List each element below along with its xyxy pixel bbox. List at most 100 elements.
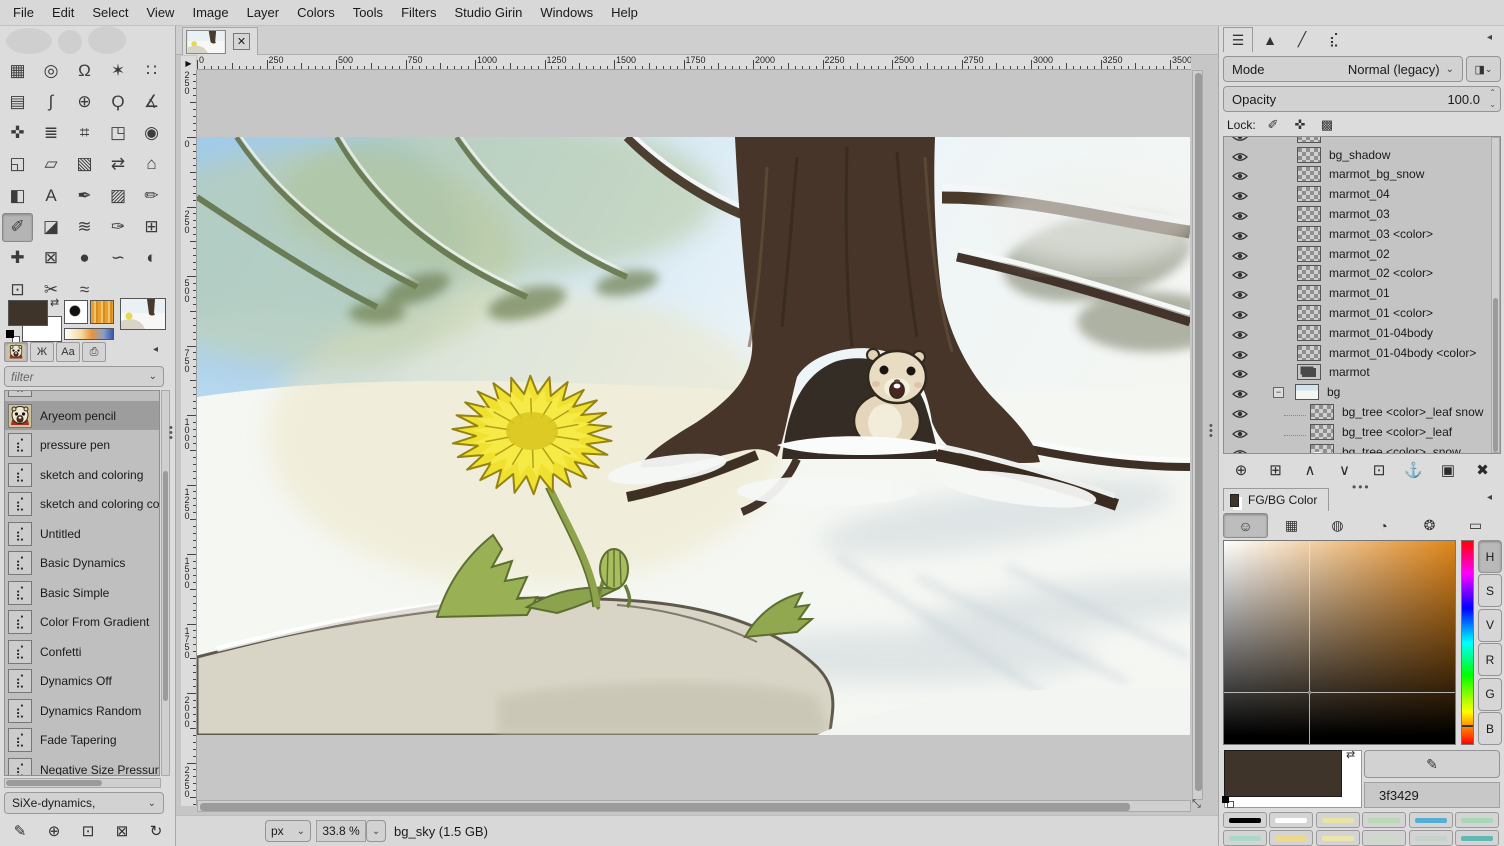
layer-row[interactable]: marmot_01 <color> xyxy=(1224,303,1500,323)
canvas-vscrollbar[interactable] xyxy=(1192,70,1203,800)
lock-position-button[interactable]: ✜ xyxy=(1288,114,1312,136)
duplicate-dynamics-button[interactable]: ⊡ xyxy=(76,820,100,842)
align-tool-icon[interactable]: ≣ xyxy=(36,119,67,148)
watercolor-view-button[interactable]: ◍ xyxy=(1315,513,1360,538)
wheel-view-button[interactable]: ◔ xyxy=(1361,513,1406,538)
visibility-eye-icon[interactable] xyxy=(1232,348,1248,358)
layer-row[interactable]: marmot_01-04body xyxy=(1224,323,1500,343)
canvas-artwork[interactable] xyxy=(197,137,1190,735)
visibility-eye-icon[interactable] xyxy=(1232,209,1248,219)
layer-row[interactable]: bg_tree <color>_leaf snow xyxy=(1224,402,1500,422)
pick-color-button[interactable]: ✎ xyxy=(1364,750,1500,778)
layer-row[interactable]: bg_shadow xyxy=(1224,145,1500,165)
layer-row[interactable]: marmot_03 xyxy=(1224,204,1500,224)
mode-group-button[interactable]: ◨⌄ xyxy=(1466,56,1501,82)
dynamics-item[interactable]: ⣎sketch and coloring copy xyxy=(5,490,159,519)
layer-row[interactable]: marmot_01-04body <color> xyxy=(1224,343,1500,363)
horizontal-ruler[interactable]: 0250500750100012501500175020002250250027… xyxy=(197,55,1191,70)
visibility-eye-icon[interactable] xyxy=(1232,427,1248,437)
history-color-swatch[interactable] xyxy=(1223,830,1267,846)
channel-button-r[interactable]: R xyxy=(1478,643,1502,676)
bucket-fill-tool-icon[interactable]: ◧ xyxy=(2,181,33,210)
raise-layer-button[interactable]: ∧ xyxy=(1294,458,1326,482)
channel-button-g[interactable]: G xyxy=(1478,678,1502,711)
layer-row[interactable] xyxy=(1224,136,1500,145)
anchor-layer-button[interactable]: ⚓ xyxy=(1398,458,1430,482)
active-brush-thumbnail[interactable] xyxy=(64,300,88,324)
dynamics-item[interactable]: ⣎Color From Gradient xyxy=(5,608,159,637)
history-color-swatch[interactable] xyxy=(1362,830,1406,846)
visibility-eye-icon[interactable] xyxy=(1232,447,1248,454)
image-tab[interactable]: ✕ xyxy=(182,27,258,55)
layer-row[interactable]: −bg xyxy=(1224,382,1500,402)
dynamics-item[interactable]: ⣎Dynamics Random xyxy=(5,696,159,725)
handle-transform-tool-icon[interactable]: ◉ xyxy=(136,119,167,148)
edit-dynamics-button[interactable]: ✎ xyxy=(8,820,32,842)
layer-row[interactable]: bg_tree <color>_leaf xyxy=(1224,422,1500,442)
delete-layer-button[interactable]: ✖ xyxy=(1467,458,1499,482)
visibility-eye-icon[interactable] xyxy=(1232,150,1248,160)
visibility-eye-icon[interactable] xyxy=(1232,189,1248,199)
layer-row[interactable]: bg_tree <color>_snow xyxy=(1224,442,1500,454)
ruler-corner-button[interactable]: ▶ xyxy=(181,56,196,70)
dynamics-item[interactable]: ⣎Untitled xyxy=(5,519,159,548)
swap-colors-icon[interactable]: ⇄ xyxy=(1346,748,1355,761)
canvas-viewport[interactable] xyxy=(197,137,1190,735)
duplicate-layer-button[interactable]: ⊡ xyxy=(1363,458,1395,482)
text-tool-icon[interactable]: A xyxy=(36,181,67,210)
menu-image[interactable]: Image xyxy=(183,0,237,25)
tab-channels[interactable]: ▲ xyxy=(1255,27,1285,52)
layer-row[interactable]: marmot_02 xyxy=(1224,244,1500,264)
visibility-eye-icon[interactable] xyxy=(1232,328,1248,338)
dynamics-item[interactable]: ⣎sketch and coloring xyxy=(5,460,159,489)
panel-resize-grip[interactable]: ••• xyxy=(1209,424,1214,439)
crop-tool-icon[interactable]: ⌗ xyxy=(69,119,100,148)
delete-dynamics-button[interactable]: ⊠ xyxy=(110,820,134,842)
dynamics-item[interactable]: ⣎Negative Size Pressure xyxy=(5,755,159,776)
dynamics-item[interactable]: ⣎Basic Simple xyxy=(5,578,159,607)
dock-collapse-icon[interactable]: ◂ xyxy=(1487,32,1492,43)
clone-tool-icon[interactable]: ⊞ xyxy=(136,213,167,242)
vertical-ruler[interactable]: 2500250500750100012501500175020002250 xyxy=(181,70,197,806)
visibility-eye-icon[interactable] xyxy=(1232,387,1248,397)
active-pattern-thumbnail[interactable] xyxy=(90,300,114,324)
zoom-preset-select[interactable]: ⌄ xyxy=(366,820,386,842)
new-group-button[interactable]: ⊞ xyxy=(1260,458,1292,482)
dynamics-item[interactable]: ⣎Dynamics Off xyxy=(5,667,159,696)
layer-row[interactable]: marmot_02 <color> xyxy=(1224,264,1500,284)
fuzzy-select-tool-icon[interactable]: ✶ xyxy=(103,56,134,85)
dynamics-preset-select[interactable]: SiXe-dynamics, ⌄ xyxy=(4,792,164,814)
paintbrush-tool-icon[interactable]: ✐ xyxy=(2,213,33,242)
rectangle-select-tool-icon[interactable]: ▦ xyxy=(2,56,33,85)
dynamics-item-partial[interactable]: ⣎ xyxy=(5,390,159,399)
ink-tool-icon[interactable]: ✒ xyxy=(69,181,100,210)
history-color-swatch[interactable] xyxy=(1455,830,1499,846)
unit-select[interactable]: px ⌄ xyxy=(265,820,311,842)
mypaint-brush-tool-icon[interactable]: ✑ xyxy=(103,213,134,242)
menu-filters[interactable]: Filters xyxy=(392,0,445,25)
tab-brushes[interactable] xyxy=(4,342,28,362)
saturation-value-square[interactable] xyxy=(1223,540,1456,745)
hex-input[interactable]: 3f3429 xyxy=(1364,782,1500,808)
dynamics-hscrollbar[interactable] xyxy=(4,778,161,788)
layer-row[interactable]: marmot_01 xyxy=(1224,283,1500,303)
gimp-view-button[interactable]: ☺ xyxy=(1223,513,1268,538)
zoom-tool-icon[interactable]: Ϙ xyxy=(103,87,134,116)
layer-row[interactable]: marmot_04 xyxy=(1224,184,1500,204)
menu-select[interactable]: Select xyxy=(83,0,137,25)
cage-transform-tool-icon[interactable]: ⌂ xyxy=(136,150,167,179)
menu-studio-girin[interactable]: Studio Girin xyxy=(445,0,531,25)
cmyk-view-button[interactable]: ▦ xyxy=(1269,513,1314,538)
history-color-swatch[interactable] xyxy=(1316,830,1360,846)
shear-tool-icon[interactable]: ▱ xyxy=(36,150,67,179)
dynamics-item[interactable]: ⣎Fade Tapering xyxy=(5,726,159,755)
dodge-burn-tool-icon[interactable]: ◐ xyxy=(136,244,167,273)
menu-help[interactable]: Help xyxy=(602,0,647,25)
dynamics-item[interactable]: ⣎Confetti xyxy=(5,637,159,666)
visibility-eye-icon[interactable] xyxy=(1232,136,1248,140)
dock-collapse-icon[interactable]: ◂ xyxy=(1487,492,1492,503)
default-colors-icon[interactable] xyxy=(1222,796,1236,810)
tab-paint-dynamics[interactable]: ⣎ xyxy=(1319,27,1349,52)
dynamics-filter-input[interactable]: filter ⌄ xyxy=(4,366,164,387)
lower-layer-button[interactable]: ∨ xyxy=(1329,458,1361,482)
